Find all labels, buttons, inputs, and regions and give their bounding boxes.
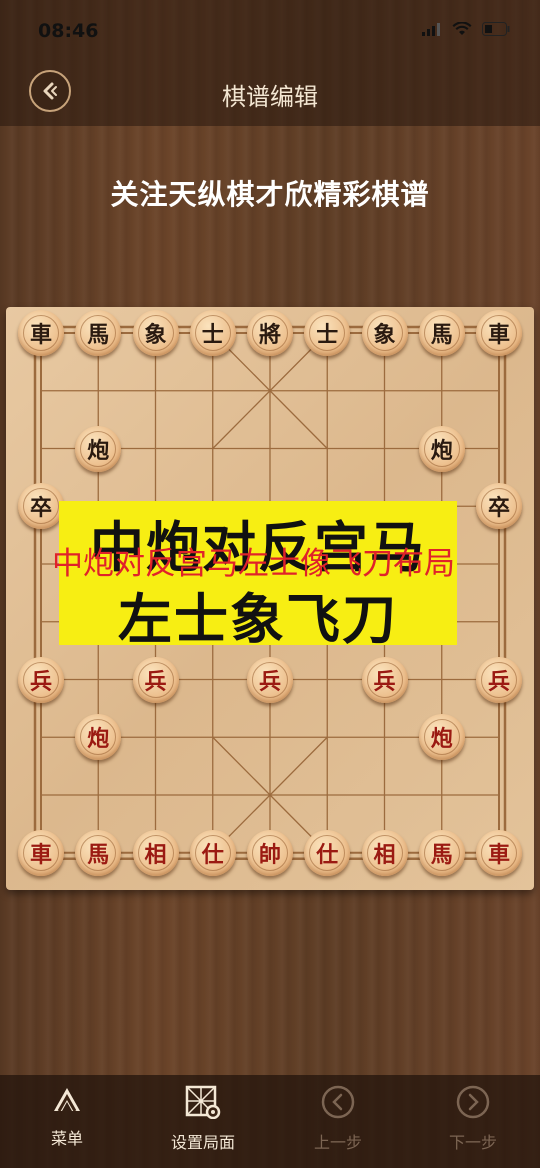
previous-step-tab[interactable]: 上一步	[288, 1085, 388, 1153]
piece-label: 兵	[258, 668, 281, 695]
red-piece[interactable]: 相	[132, 829, 179, 876]
red-piece[interactable]: 相	[361, 829, 408, 876]
red-piece[interactable]: 車	[476, 829, 522, 876]
overlay-red-caption: 中炮对反宫马左士像飞刀布局	[52, 546, 455, 582]
setup-board-icon	[185, 1085, 221, 1120]
red-piece[interactable]: 帥	[247, 829, 293, 876]
piece-label: 車	[487, 322, 510, 348]
black-piece[interactable]: 象	[361, 310, 408, 356]
piece-label: 相	[373, 841, 396, 868]
black-piece[interactable]: 象	[132, 310, 179, 356]
piece-label: 相	[144, 841, 167, 868]
menu-icon	[54, 1088, 80, 1112]
red-piece[interactable]: 兵	[476, 656, 522, 703]
next-step-tab[interactable]: 下一步	[423, 1085, 523, 1153]
piece-label: 兵	[29, 668, 52, 695]
black-piece[interactable]: 車	[476, 310, 522, 356]
piece-label: 馬	[430, 841, 453, 868]
setup-board-tab-label: 设置局面	[170, 1133, 235, 1152]
piece-label: 仕	[316, 841, 339, 868]
overlay-title-line2: 左士象飞刀	[118, 588, 398, 651]
piece-label: 馬	[430, 322, 453, 348]
previous-step-tab-label: 上一步	[313, 1133, 362, 1152]
piece-label: 車	[487, 841, 510, 868]
red-piece[interactable]: 仕	[304, 829, 351, 876]
piece-label: 將	[258, 322, 281, 348]
piece-label: 帥	[258, 841, 281, 868]
status-icons	[422, 22, 510, 36]
piece-label: 兵	[373, 668, 396, 695]
red-piece[interactable]: 仕	[189, 829, 236, 876]
black-piece[interactable]: 炮	[75, 425, 122, 472]
piece-label: 卒	[29, 495, 52, 522]
subtitle-banner: 关注天纵棋才欣精彩棋谱	[110, 178, 430, 211]
piece-label: 炮	[87, 437, 110, 464]
red-piece[interactable]: 車	[18, 829, 64, 876]
menu-tab-label: 菜单	[50, 1129, 83, 1148]
red-piece[interactable]: 兵	[18, 656, 64, 703]
setup-board-tab[interactable]: 设置局面	[153, 1085, 253, 1153]
piece-label: 車	[29, 322, 52, 348]
piece-label: 車	[29, 841, 52, 868]
status-bar: 08:46	[0, 0, 540, 62]
bottom-toolbar: 菜单 设置局面 上一步 下一步	[0, 1075, 540, 1168]
piece-label: 兵	[144, 668, 167, 695]
red-piece[interactable]: 炮	[418, 714, 465, 761]
piece-label: 馬	[87, 322, 110, 348]
black-piece[interactable]: 卒	[18, 483, 64, 530]
black-piece[interactable]: 將	[247, 310, 293, 356]
piece-label: 炮	[430, 437, 453, 464]
signal-icon	[422, 23, 440, 36]
battery-icon	[482, 22, 510, 36]
previous-step-icon	[321, 1085, 355, 1119]
red-piece[interactable]: 馬	[418, 829, 465, 876]
black-piece[interactable]: 馬	[418, 310, 465, 356]
piece-label: 馬	[87, 841, 110, 868]
red-piece[interactable]: 馬	[75, 829, 122, 876]
black-piece[interactable]: 車	[18, 310, 64, 356]
piece-label: 炮	[430, 726, 453, 753]
menu-tab[interactable]: 菜单	[17, 1085, 117, 1149]
navigation-bar: 棋谱编辑	[0, 62, 540, 126]
black-piece[interactable]: 士	[304, 310, 351, 356]
piece-label: 兵	[487, 668, 510, 695]
next-step-tab-label: 下一步	[448, 1133, 497, 1152]
page-title: 棋谱编辑	[222, 83, 318, 111]
red-piece[interactable]: 兵	[132, 656, 179, 703]
piece-label: 仕	[201, 841, 224, 868]
black-piece[interactable]: 士	[189, 310, 236, 356]
red-piece[interactable]: 兵	[361, 656, 408, 703]
piece-label: 士	[201, 322, 224, 348]
piece-label: 象	[144, 322, 167, 348]
piece-label: 炮	[87, 726, 110, 753]
piece-label: 士	[316, 322, 339, 348]
red-piece[interactable]: 兵	[247, 656, 293, 703]
black-piece[interactable]: 炮	[418, 425, 465, 472]
next-step-icon	[456, 1085, 490, 1119]
black-piece[interactable]: 卒	[476, 483, 522, 530]
piece-label: 卒	[487, 495, 510, 522]
status-time: 08:46	[38, 20, 99, 42]
black-piece[interactable]: 馬	[75, 310, 122, 356]
red-piece[interactable]: 炮	[75, 714, 122, 761]
piece-label: 象	[373, 322, 396, 348]
wifi-icon	[452, 22, 472, 35]
